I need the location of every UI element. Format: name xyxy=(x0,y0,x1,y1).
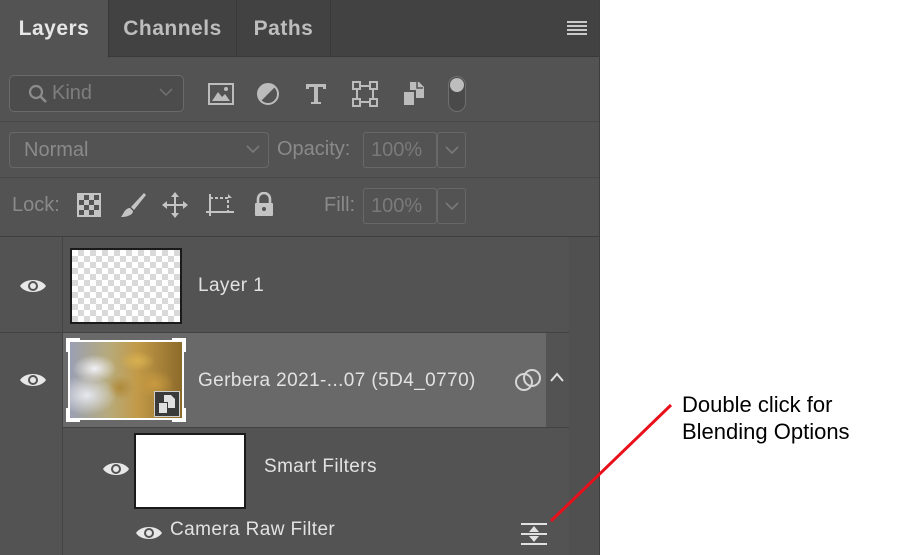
smart-object-badge-icon xyxy=(154,391,180,417)
filter-toggle[interactable] xyxy=(448,76,466,112)
filter-name-camera-raw: Camera Raw Filter xyxy=(170,519,336,540)
divider xyxy=(0,177,599,178)
annotation-line-1: Double click for xyxy=(682,392,833,417)
layer-name: Layer 1 xyxy=(198,275,265,296)
smart-filter-mask-thumbnail xyxy=(134,433,246,509)
opacity-dropdown-button[interactable] xyxy=(437,132,466,168)
fill-label: Fill: xyxy=(324,194,356,216)
visibility-eye-icon[interactable] xyxy=(102,459,130,479)
lock-all-icon[interactable] xyxy=(250,191,278,219)
smart-object-filter-icon[interactable] xyxy=(400,80,428,108)
opacity-label: Opacity: xyxy=(277,138,351,160)
tab-paths[interactable]: Paths xyxy=(237,0,331,57)
tab-bar: Layers Channels Paths xyxy=(0,0,599,58)
lock-position-icon[interactable] xyxy=(161,191,189,219)
layer-thumbnail-transparent xyxy=(70,248,182,324)
filter-kind-label: Kind xyxy=(52,82,93,104)
lock-image-pixels-icon[interactable] xyxy=(119,191,147,219)
lock-label: Lock: xyxy=(12,194,60,216)
layers-panel: Layers Channels Paths Kind Normal Opacit… xyxy=(0,0,600,555)
blend-mode-value: Normal xyxy=(24,139,89,161)
selection-corner xyxy=(66,408,80,422)
fill-input[interactable]: 100% xyxy=(363,188,437,224)
filter-kind-dropdown[interactable]: Kind xyxy=(9,75,184,112)
annotation-callout: Double click for Blending Options xyxy=(682,391,850,445)
type-filter-icon[interactable] xyxy=(302,80,330,108)
fill-dropdown-button[interactable] xyxy=(437,188,466,224)
visibility-eye-icon[interactable] xyxy=(19,370,47,390)
chevron-down-icon xyxy=(246,145,260,154)
selection-corner xyxy=(172,338,186,352)
search-icon xyxy=(28,84,47,103)
adjustment-filter-icon[interactable] xyxy=(254,80,282,108)
chevron-down-icon xyxy=(445,146,459,155)
shape-filter-icon[interactable] xyxy=(351,80,379,108)
scrollbar[interactable] xyxy=(569,237,599,555)
lock-artboard-icon[interactable] xyxy=(206,191,234,219)
divider xyxy=(0,121,599,122)
smart-filters-label: Smart Filters xyxy=(264,456,377,477)
selection-corner xyxy=(66,338,80,352)
lock-transparent-pixels-icon[interactable] xyxy=(75,191,103,219)
panel-menu-icon[interactable] xyxy=(567,21,587,35)
blend-mode-dropdown[interactable]: Normal xyxy=(9,132,269,168)
opacity-input[interactable]: 100% xyxy=(363,132,437,168)
smart-filter-link-icon[interactable] xyxy=(513,366,543,394)
layer-name: Gerbera 2021-...07 (5D4_0770) xyxy=(198,370,476,391)
chevron-down-icon xyxy=(445,202,459,211)
chevron-down-icon xyxy=(159,88,173,97)
tab-layers[interactable]: Layers xyxy=(0,0,109,58)
visibility-eye-icon[interactable] xyxy=(19,276,47,296)
tab-channels[interactable]: Channels xyxy=(109,0,237,57)
blending-options-icon[interactable] xyxy=(519,520,549,546)
chevron-up-icon[interactable] xyxy=(549,370,565,384)
annotation-line-2: Blending Options xyxy=(682,419,850,444)
image-filter-icon[interactable] xyxy=(207,80,235,108)
visibility-eye-icon[interactable] xyxy=(135,523,163,543)
